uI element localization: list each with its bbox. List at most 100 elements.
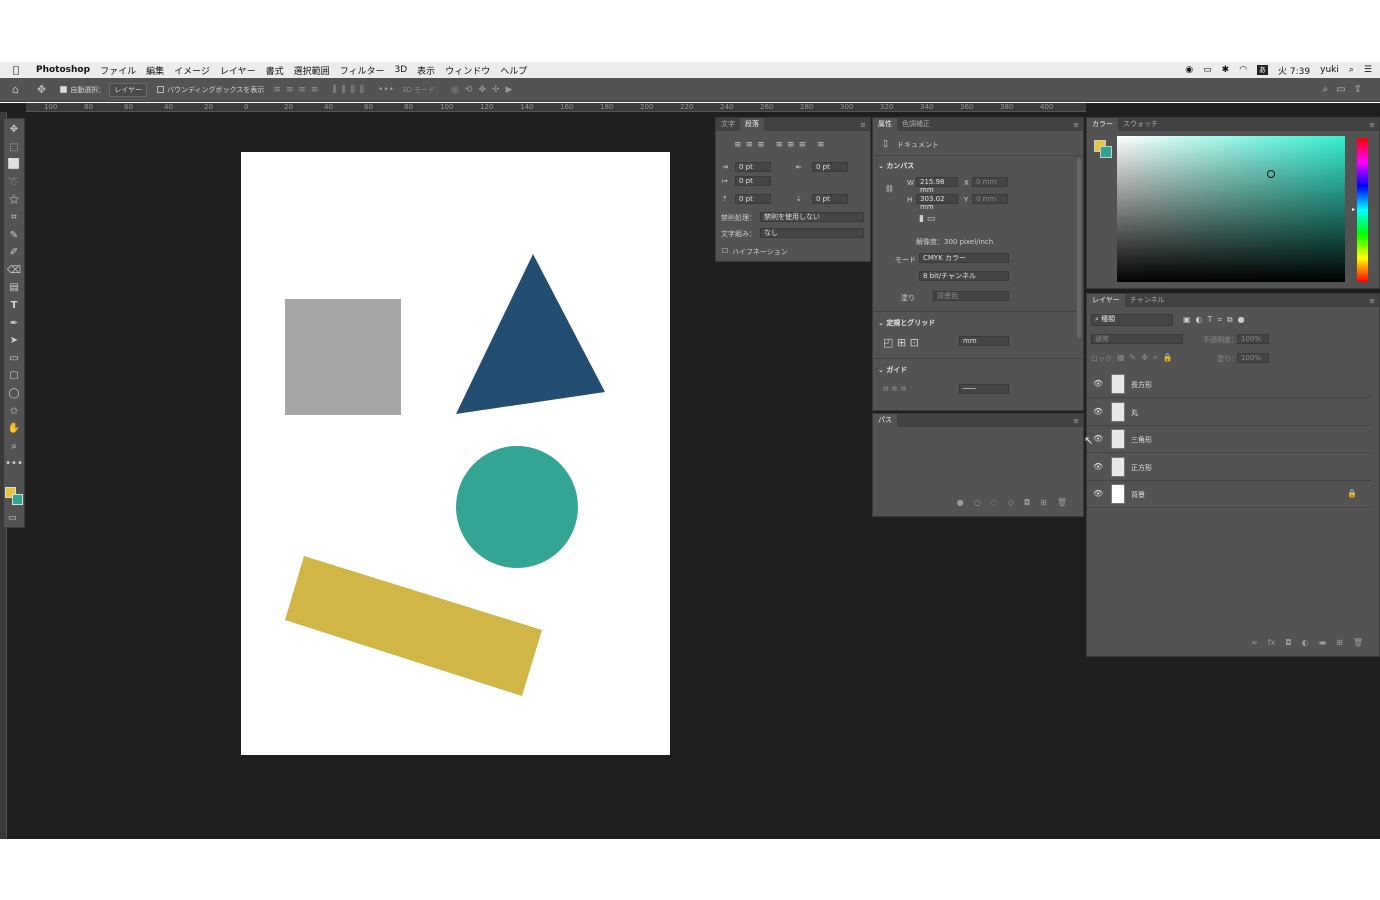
color-bg-swatch[interactable] bbox=[1100, 146, 1112, 158]
guides-section-header[interactable]: ⌄ ガイド bbox=[878, 365, 907, 375]
menu-item-type[interactable]: 書式 bbox=[266, 64, 284, 77]
indent-first-line-field[interactable]: 0 pt bbox=[735, 176, 771, 186]
layer-row-background[interactable]: 👁 背景 🔒 bbox=[1087, 481, 1371, 508]
x-field[interactable]: 0 mm bbox=[972, 177, 1008, 187]
background-color-swatch[interactable] bbox=[12, 494, 23, 505]
mojikumi-dropdown[interactable]: なし bbox=[760, 228, 864, 238]
document-canvas[interactable] bbox=[241, 152, 670, 755]
add-mask-icon[interactable]: ◘ bbox=[1285, 638, 1291, 647]
canvas-section-header[interactable]: ⌄ カンバス bbox=[878, 161, 914, 171]
layer-filter-buttons[interactable]: ▣◐T⌗⧉● bbox=[1183, 315, 1250, 325]
fill-path-icon[interactable]: ● bbox=[957, 498, 964, 507]
artboard-tool-icon[interactable]: ⬚ bbox=[9, 141, 18, 154]
space-before-field[interactable]: 0 pt bbox=[735, 194, 771, 204]
crop-tool-icon[interactable]: ⌗ bbox=[11, 211, 17, 224]
home-icon[interactable]: ⌂ bbox=[12, 83, 19, 96]
app-name-menu[interactable]: Photoshop bbox=[36, 65, 90, 75]
add-mask-icon[interactable]: ◘ bbox=[1024, 498, 1030, 507]
layer-name[interactable]: 背景 bbox=[1131, 490, 1145, 500]
tab-paragraph[interactable]: 段落 bbox=[740, 118, 764, 131]
delete-path-icon[interactable]: 🗑 bbox=[1057, 498, 1067, 507]
menu-item-filter[interactable]: フィルター bbox=[340, 64, 385, 77]
panel-menu-icon[interactable]: ≡ bbox=[1073, 417, 1079, 425]
space-after-field[interactable]: 0 pt bbox=[812, 194, 848, 204]
width-field[interactable]: 215.98 mm bbox=[916, 177, 958, 194]
wifi-icon[interactable]: ◠ bbox=[1239, 65, 1247, 75]
magic-wand-tool-icon[interactable]: ⚝ bbox=[9, 193, 19, 206]
y-field[interactable]: 0 mm bbox=[972, 194, 1008, 204]
tab-paths[interactable]: パス bbox=[873, 414, 897, 427]
brush-tool-icon[interactable]: ✐ bbox=[10, 246, 18, 259]
visibility-eye-icon[interactable]: 👁 bbox=[1093, 407, 1103, 416]
tab-adjustments[interactable]: 色調補正 bbox=[897, 118, 935, 131]
tab-properties[interactable]: 属性 bbox=[873, 118, 897, 131]
path-selection-tool-icon[interactable]: ➤ bbox=[10, 334, 18, 347]
move-tool-icon[interactable]: ✥ bbox=[37, 83, 46, 96]
panel-menu-icon[interactable]: ≡ bbox=[1369, 297, 1375, 305]
load-selection-icon[interactable]: ◌ bbox=[991, 498, 998, 507]
tab-layers[interactable]: レイヤー bbox=[1087, 294, 1125, 307]
layer-name[interactable]: 正方形 bbox=[1131, 463, 1152, 473]
move-tool-icon[interactable]: ✥ bbox=[10, 123, 18, 136]
rulers-grid-section-header[interactable]: ⌄ 定規とグリッド bbox=[878, 318, 935, 328]
new-path-icon[interactable]: ⊞ bbox=[1040, 498, 1047, 507]
fill-field[interactable]: 100% bbox=[1237, 353, 1269, 363]
rounded-rectangle-tool-icon[interactable]: ▢ bbox=[9, 369, 18, 382]
menu-item-help[interactable]: ヘルプ bbox=[500, 64, 527, 77]
indent-right-field[interactable]: 0 pt bbox=[812, 162, 848, 172]
apple-icon[interactable]:  bbox=[13, 65, 27, 76]
menu-item-window[interactable]: ウィンドウ bbox=[445, 64, 490, 77]
more-tools-icon[interactable]: ••• bbox=[5, 457, 23, 470]
square-shape[interactable] bbox=[285, 299, 401, 415]
rectangle-tool-icon[interactable]: ▭ bbox=[9, 352, 18, 365]
circle-shape[interactable] bbox=[456, 446, 578, 568]
ruler-grid-buttons[interactable]: ◰ ⊞ ⊡ bbox=[883, 336, 919, 349]
layer-row-rectangle[interactable]: 👁 長方形 bbox=[1087, 371, 1371, 398]
type-tool-icon[interactable]: T bbox=[11, 299, 18, 312]
layer-row-circle[interactable]: 👁 丸 bbox=[1087, 399, 1371, 426]
visibility-eye-icon[interactable]: 👁 bbox=[1093, 489, 1103, 498]
marquee-tool-icon[interactable]: ⬜ bbox=[8, 158, 20, 171]
visibility-eye-icon[interactable]: 👁 bbox=[1093, 434, 1103, 443]
options-right-icons[interactable]: ⌕▭⇪ bbox=[1323, 84, 1370, 95]
visibility-eye-icon[interactable]: 👁 bbox=[1093, 462, 1103, 471]
layer-filter-dropdown[interactable]: ⌕ 種類 bbox=[1091, 314, 1173, 326]
auto-select-dropdown[interactable]: レイヤー bbox=[109, 82, 147, 97]
stroke-path-icon[interactable]: ○ bbox=[974, 498, 981, 507]
hue-slider-marker[interactable]: ▸ bbox=[1352, 206, 1355, 213]
menu-item-file[interactable]: ファイル bbox=[100, 64, 136, 77]
hyphenation-checkbox[interactable]: ☐ bbox=[722, 247, 728, 255]
auto-select-checkbox[interactable]: 自動選択： bbox=[60, 85, 105, 95]
hand-tool-icon[interactable]: ✋ bbox=[8, 422, 20, 435]
bit-depth-dropdown[interactable]: 8 bit/チャンネル bbox=[919, 271, 1009, 281]
menu-item-view[interactable]: 表示 bbox=[417, 64, 435, 77]
rectangle-shape[interactable] bbox=[285, 556, 542, 696]
tab-color[interactable]: カラー bbox=[1087, 118, 1118, 131]
indent-left-field[interactable]: 0 pt bbox=[735, 162, 771, 172]
ellipse-tool-icon[interactable]: ◯ bbox=[8, 387, 19, 400]
menu-item-select[interactable]: 選択範囲 bbox=[294, 64, 330, 77]
link-icon[interactable]: ⛓ bbox=[885, 185, 894, 193]
layer-name[interactable]: 三角形 bbox=[1131, 435, 1152, 445]
hue-slider[interactable] bbox=[1357, 138, 1368, 282]
eraser-tool-icon[interactable]: ⌫ bbox=[7, 264, 21, 277]
layer-name[interactable]: 長方形 bbox=[1131, 380, 1152, 390]
color-field[interactable] bbox=[1117, 136, 1345, 282]
menu-item-edit[interactable]: 編集 bbox=[146, 64, 164, 77]
eyedropper-tool-icon[interactable]: ✎ bbox=[10, 229, 18, 242]
pen-tool-icon[interactable]: ✒ bbox=[10, 317, 18, 330]
gradient-tool-icon[interactable]: ▤ bbox=[9, 281, 18, 294]
delete-layer-icon[interactable]: 🗑 bbox=[1353, 638, 1363, 647]
units-dropdown[interactable]: mm bbox=[959, 336, 1009, 346]
lock-buttons[interactable]: ▦✎✥⌗🔒 bbox=[1117, 353, 1177, 363]
height-field[interactable]: 303.02 mm bbox=[916, 194, 958, 211]
record-icon[interactable]: ◉ bbox=[1185, 65, 1193, 75]
airplay-icon[interactable]: ▭ bbox=[1203, 65, 1212, 75]
new-layer-icon[interactable]: ⊞ bbox=[1336, 638, 1343, 647]
align-buttons-group[interactable]: ≡≡≡≡ bbox=[273, 85, 323, 95]
3d-mode-buttons[interactable]: ◎⟲✥✣▶ bbox=[451, 85, 518, 95]
triangle-shape[interactable] bbox=[456, 254, 605, 414]
layer-style-icon[interactable]: fx bbox=[1268, 638, 1276, 647]
panel-menu-icon[interactable]: ≡ bbox=[1369, 121, 1375, 129]
new-group-icon[interactable]: ▬ bbox=[1319, 638, 1327, 647]
